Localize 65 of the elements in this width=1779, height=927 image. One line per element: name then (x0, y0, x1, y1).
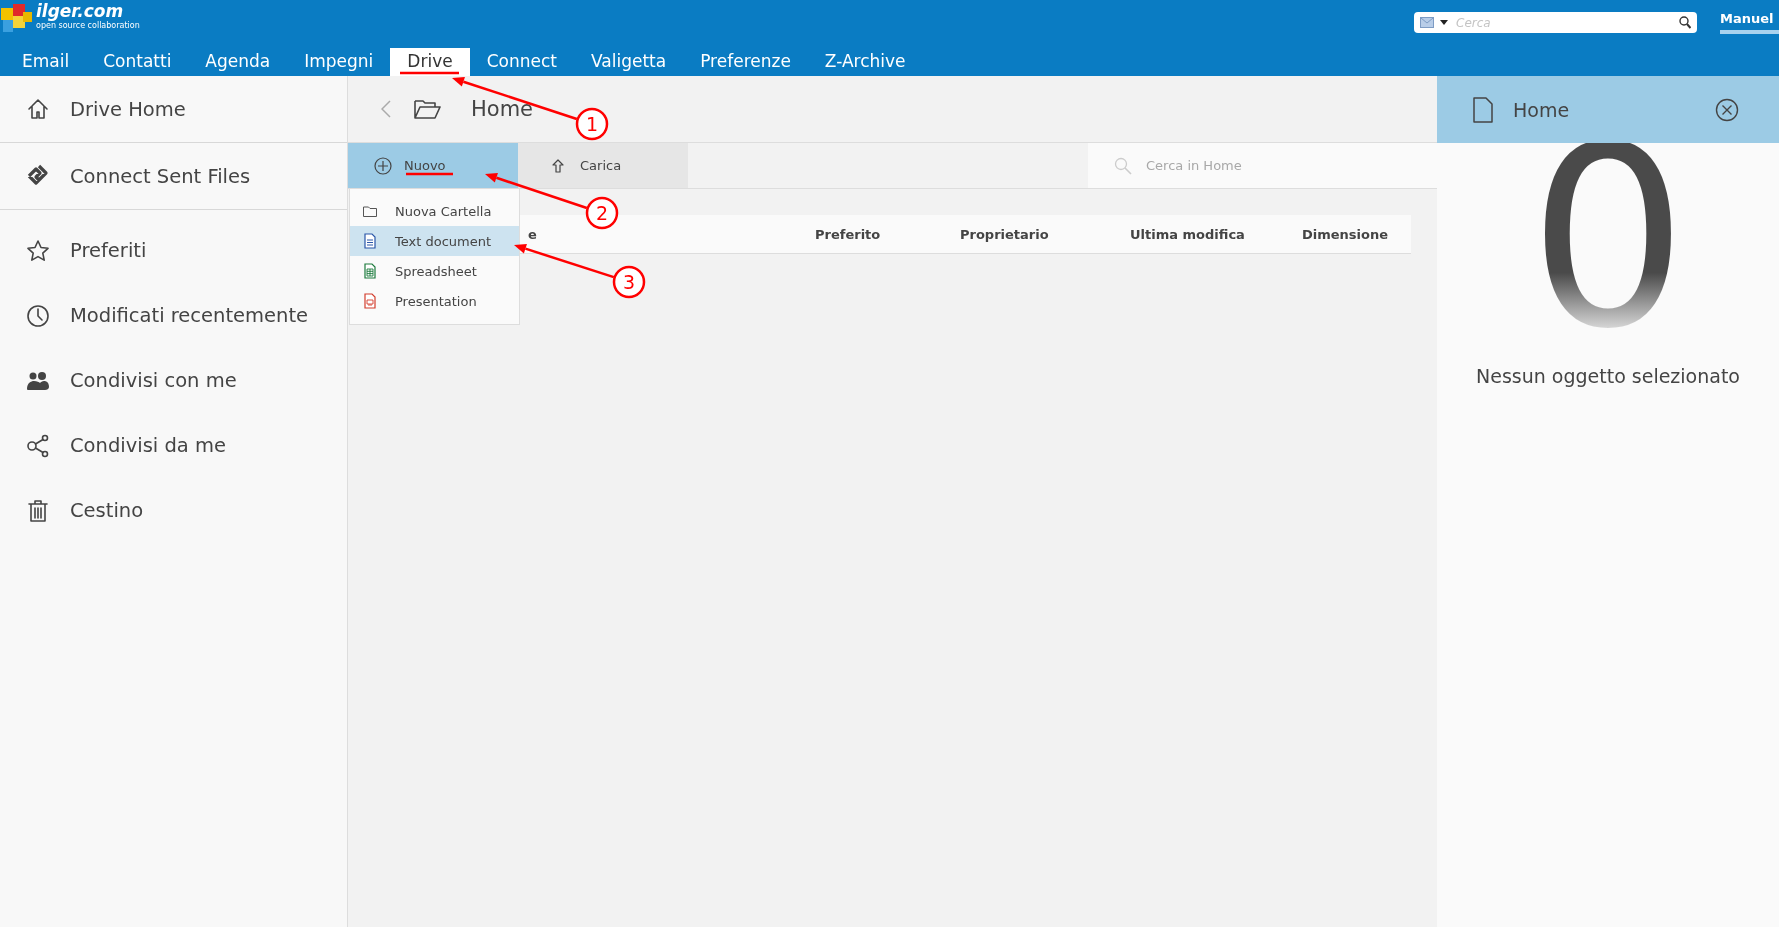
column-header[interactable]: Ultima modifica (1113, 226, 1285, 242)
sidebar-item[interactable]: Cestino (0, 478, 347, 543)
toolbar-button[interactable]: Nuovo (348, 143, 518, 188)
menu-item[interactable]: Text document (350, 226, 519, 256)
nav-tab[interactable]: Email (5, 48, 87, 76)
sidebar-label: Condivisi da me (70, 434, 226, 457)
sidebar-item[interactable]: Drive Home (0, 76, 347, 142)
user-name[interactable]: Manuel (1720, 11, 1779, 34)
caret-icon[interactable] (1440, 20, 1448, 25)
search-input[interactable]: Cerca (1454, 14, 1673, 31)
folder-icon (413, 98, 441, 120)
search-icon (1114, 156, 1132, 175)
file-icon (1473, 96, 1493, 123)
nav-tab[interactable]: Agenda (188, 48, 288, 76)
folder-title: Home (471, 97, 533, 121)
text-document-icon (362, 233, 378, 249)
close-icon[interactable] (1715, 97, 1739, 122)
annotation-underline (400, 71, 459, 75)
home-icon (25, 96, 51, 122)
panel-title: Home (1513, 98, 1571, 121)
search-input[interactable]: Cerca in Home (1144, 157, 1437, 174)
sidebar-item[interactable]: Condivisi con me (0, 348, 347, 413)
spreadsheet-icon (362, 263, 378, 279)
column-header[interactable]: Preferito (798, 226, 943, 242)
clock-icon (25, 302, 51, 329)
callout-number: 2 (585, 196, 619, 230)
nav-tab[interactable]: Connect (469, 48, 574, 76)
column-header[interactable]: Proprietario (943, 226, 1113, 242)
nav-tab[interactable]: Z-Archive (807, 48, 923, 76)
menu-item[interactable]: Presentation (350, 286, 519, 316)
sidebar-label: Drive Home (70, 97, 186, 121)
sidebar-label: Condivisi con me (70, 369, 237, 392)
share-icon (25, 432, 51, 459)
sidebar-label: Connect Sent Files (70, 164, 251, 188)
search-field[interactable]: Cerca (1414, 12, 1697, 33)
star-icon (25, 237, 51, 264)
plus-circle-icon (374, 156, 392, 175)
sidebar-item[interactable]: Modificati recentemente (0, 283, 347, 348)
nav-tab[interactable]: Drive (390, 48, 470, 76)
callout-number: 1 (575, 107, 609, 141)
nav-tab[interactable]: Valigetta (574, 48, 684, 76)
presentation-icon (362, 293, 378, 309)
sidebar-item[interactable]: Condivisi da me (0, 413, 347, 478)
menu-item[interactable]: Nuova Cartella (350, 196, 519, 226)
empty-message: Nessun oggetto selezionato (1476, 365, 1740, 387)
logo-tagline: open source collaboration (36, 21, 140, 31)
search-icon[interactable] (1679, 16, 1691, 29)
sidebar-item[interactable]: Connect Sent Files (0, 143, 347, 209)
menu-item[interactable]: Spreadsheet (350, 256, 519, 286)
annotation-underline (406, 172, 453, 176)
trash-icon (25, 497, 51, 524)
folder-icon (362, 203, 378, 219)
sidebar-item[interactable]: Preferiti (0, 218, 347, 283)
sidebar-label: Preferiti (70, 239, 147, 262)
nav-tab[interactable]: Impegni (287, 48, 391, 76)
nav-tab[interactable]: Contatti (86, 48, 189, 76)
sidebar-label: Modificati recentemente (70, 304, 309, 327)
toolbar-button[interactable]: Carica (518, 143, 688, 188)
sidebar-label: Cestino (70, 499, 144, 522)
logo-name: ilger.com (36, 2, 124, 21)
search-field[interactable]: Cerca in Home (1088, 143, 1437, 188)
upload-arrow-icon (552, 158, 564, 173)
callout-number: 3 (612, 265, 646, 299)
column-header[interactable]: Dimensione (1285, 226, 1411, 242)
nav-tab[interactable]: Preferenze (683, 48, 808, 76)
